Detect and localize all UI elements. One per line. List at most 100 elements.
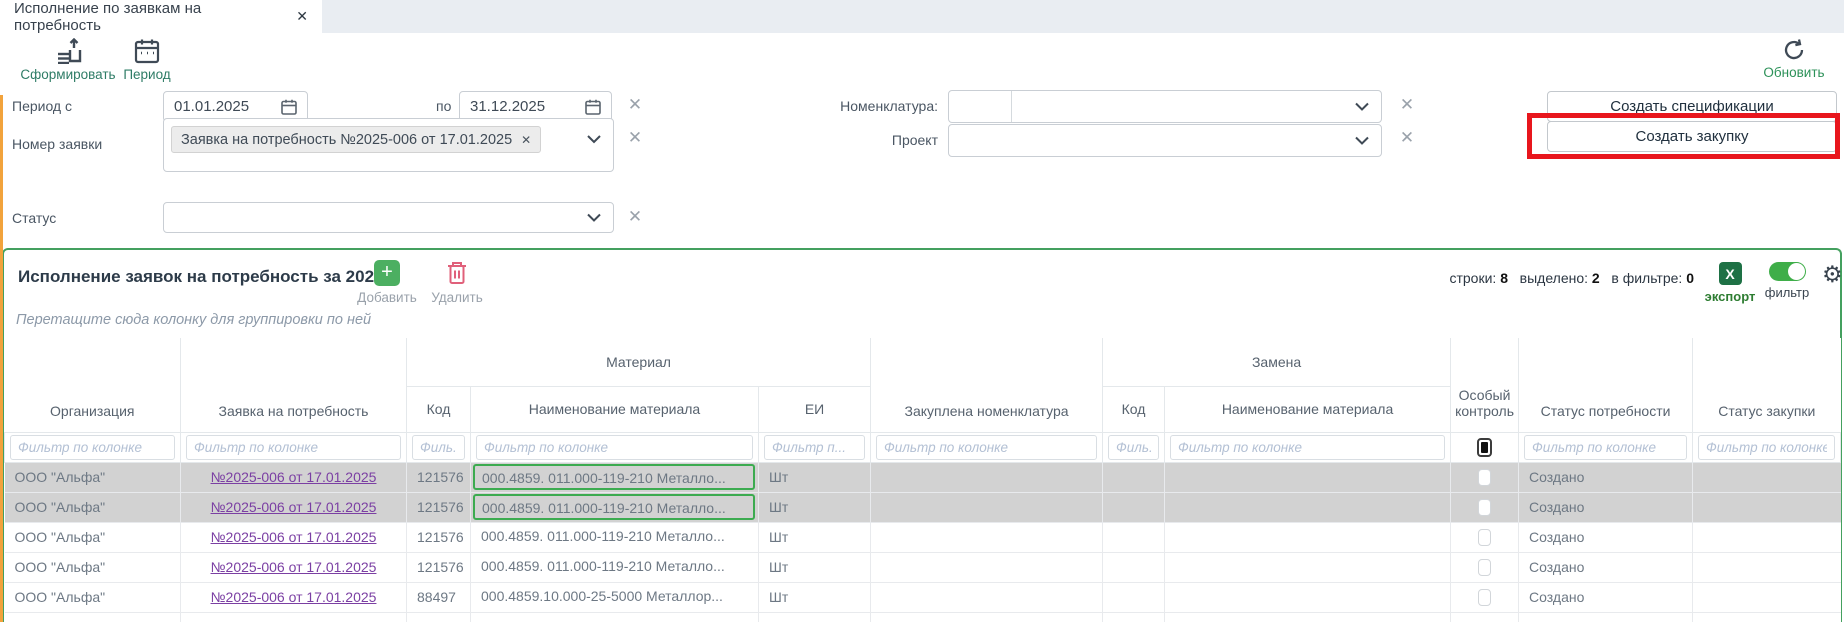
column-header-request[interactable]: Заявка на потребность: [181, 338, 407, 432]
org-cell: ООО "Альфа": [5, 522, 181, 552]
filter-purchase-status-input[interactable]: [1698, 435, 1835, 460]
panel-title: Исполнение заявок на потребность за 2025…: [18, 267, 398, 287]
filter-panel: Период с 01.01.2025 по 31.12.2025 ✕ Номе…: [0, 85, 1844, 248]
replacement-material-cell: [1165, 462, 1451, 492]
period-label: Период: [123, 67, 170, 82]
calendar-icon[interactable]: [281, 98, 297, 115]
create-specifications-button[interactable]: Создать спецификации: [1547, 91, 1837, 122]
status-select[interactable]: [163, 202, 614, 233]
replacement-material-cell: [1165, 552, 1451, 582]
column-header-code[interactable]: Код: [407, 386, 471, 432]
filter-need-status-input[interactable]: [1524, 435, 1687, 460]
unit-cell: Шт: [759, 582, 871, 612]
toggle-on-icon[interactable]: [1769, 262, 1806, 281]
tab-close-icon[interactable]: ✕: [296, 8, 308, 25]
request-link[interactable]: №2025-006 от 17.01.2025: [211, 589, 377, 605]
request-link[interactable]: №2025-006 от 17.01.2025: [211, 499, 377, 515]
special-control-filter-checkbox[interactable]: [1477, 438, 1492, 457]
request-cell: №2025-006 от 17.01.2025: [181, 492, 407, 522]
refresh-button[interactable]: Обновить: [1752, 38, 1836, 80]
group-header-material[interactable]: Материал: [407, 338, 871, 386]
material-cell: 000.4859. 011.000-119-210 Металло...: [471, 522, 759, 552]
export-excel-button[interactable]: X экспорт: [1704, 262, 1756, 304]
period-button[interactable]: Период: [118, 38, 176, 82]
clear-period-icon[interactable]: ✕: [624, 94, 646, 116]
special-control-checkbox[interactable]: [1478, 469, 1491, 486]
need-status-cell: [1519, 612, 1693, 622]
request-chip[interactable]: Заявка на потребность №2025-006 от 17.01…: [171, 126, 541, 153]
chip-close-icon[interactable]: ✕: [521, 133, 531, 147]
table-row[interactable]: ООО "Альфа" №2025-006 от 17.01.2025 1215…: [5, 552, 1841, 582]
column-header-org[interactable]: Организация: [5, 338, 181, 432]
gear-icon[interactable]: ⚙: [1822, 262, 1843, 286]
add-button[interactable]: + Добавить: [354, 260, 420, 305]
chevron-down-icon[interactable]: [1355, 132, 1369, 149]
request-link[interactable]: №2025-006 от 17.01.2025: [211, 469, 377, 485]
column-header-purchase-status[interactable]: Статус закупки: [1693, 338, 1841, 432]
filter-toggle[interactable]: фильтр: [1760, 262, 1814, 300]
column-header-r-code[interactable]: Код: [1103, 386, 1165, 432]
clear-project-icon[interactable]: ✕: [1396, 127, 1418, 149]
table-row[interactable]: ООО "Альфа" №2025-006 от 17.01.2025 1215…: [5, 462, 1841, 492]
replacement-code-cell: [1103, 522, 1165, 552]
special-control-checkbox[interactable]: [1478, 589, 1491, 606]
replacement-material-cell: [1165, 582, 1451, 612]
filter-org-input[interactable]: [10, 435, 175, 460]
generate-label: Сформировать: [20, 67, 115, 82]
create-purchase-button[interactable]: Создать закупку: [1547, 121, 1837, 152]
material-cell: 000.4859. 011.000-119-210 Металло...: [471, 462, 759, 492]
table-row[interactable]: ООО "Альфа" №2025-006 от 17.01.2025 8849…: [5, 582, 1841, 612]
filter-r-material-input[interactable]: [1170, 435, 1445, 460]
special-cell: [1451, 522, 1519, 552]
special-control-checkbox[interactable]: [1478, 529, 1491, 546]
filter-unit-input[interactable]: [764, 435, 865, 460]
clear-nomenclature-icon[interactable]: ✕: [1396, 94, 1418, 116]
column-header-unit[interactable]: ЕИ: [759, 386, 871, 432]
code-cell: 121576: [407, 462, 471, 492]
table-row[interactable]: ООО "Альфа" №2025-006 от 17.01.2025 1215…: [5, 492, 1841, 522]
purchase-status-cell: [1693, 462, 1841, 492]
project-select[interactable]: [948, 124, 1382, 157]
column-header-need-status[interactable]: Статус потребности: [1519, 338, 1693, 432]
material-cell: 000.4859. 011.000-119-210 Металло...: [471, 552, 759, 582]
purchased-cell: [871, 612, 1103, 622]
request-link[interactable]: №2025-006 от 17.01.2025: [211, 529, 377, 545]
chevron-down-icon[interactable]: [587, 131, 601, 149]
filter-material-input[interactable]: [476, 435, 753, 460]
clear-request-icon[interactable]: ✕: [624, 127, 646, 149]
column-header-special[interactable]: Особый контроль: [1451, 338, 1519, 432]
need-status-cell: Создано: [1519, 582, 1693, 612]
table-row[interactable]: ООО "Альфа" №2025-006 от 17.01.2025 1215…: [5, 522, 1841, 552]
clear-status-icon[interactable]: ✕: [624, 206, 646, 228]
column-header-material-name[interactable]: Наименование материала: [471, 386, 759, 432]
replacement-code-cell: [1103, 612, 1165, 622]
group-header-replacement[interactable]: Замена: [1103, 338, 1451, 386]
filter-purchased-input[interactable]: [876, 435, 1097, 460]
replacement-code-cell: [1103, 492, 1165, 522]
filter-code-input[interactable]: [412, 435, 465, 460]
filter-r-code-input[interactable]: [1108, 435, 1159, 460]
special-control-checkbox[interactable]: [1478, 559, 1491, 576]
request-link[interactable]: №2025-006 от 17.01.2025: [211, 559, 377, 575]
material-cell: [471, 612, 759, 622]
rows-count: 8: [1500, 270, 1508, 286]
purchase-status-cell: [1693, 552, 1841, 582]
filter-request-input[interactable]: [186, 435, 401, 460]
table-row[interactable]: [5, 612, 1841, 622]
nomenclature-select[interactable]: [948, 90, 1382, 123]
special-cell: [1451, 552, 1519, 582]
delete-button[interactable]: Удалить: [426, 260, 488, 305]
column-header-r-material-name[interactable]: Наименование материала: [1165, 386, 1451, 432]
request-number-multiselect[interactable]: Заявка на потребность №2025-006 от 17.01…: [163, 118, 614, 172]
tab-title: Исполнение по заявкам на потребность: [14, 0, 282, 34]
material-cell: 000.4859. 011.000-119-210 Металло...: [471, 492, 759, 522]
generate-button[interactable]: Сформировать: [22, 38, 114, 82]
calendar-icon[interactable]: [585, 98, 601, 115]
special-control-checkbox[interactable]: [1478, 499, 1491, 516]
column-header-purchased[interactable]: Закуплена номенклатура: [871, 338, 1103, 432]
tab-active[interactable]: Исполнение по заявкам на потребность ✕: [0, 0, 322, 33]
app-window: Исполнение по заявкам на потребность ✕ С…: [0, 0, 1844, 622]
chevron-down-icon[interactable]: [1355, 98, 1369, 115]
chevron-down-icon[interactable]: [587, 209, 601, 226]
material-cell: 000.4859.10.000-25-5000 Металлор...: [471, 582, 759, 612]
